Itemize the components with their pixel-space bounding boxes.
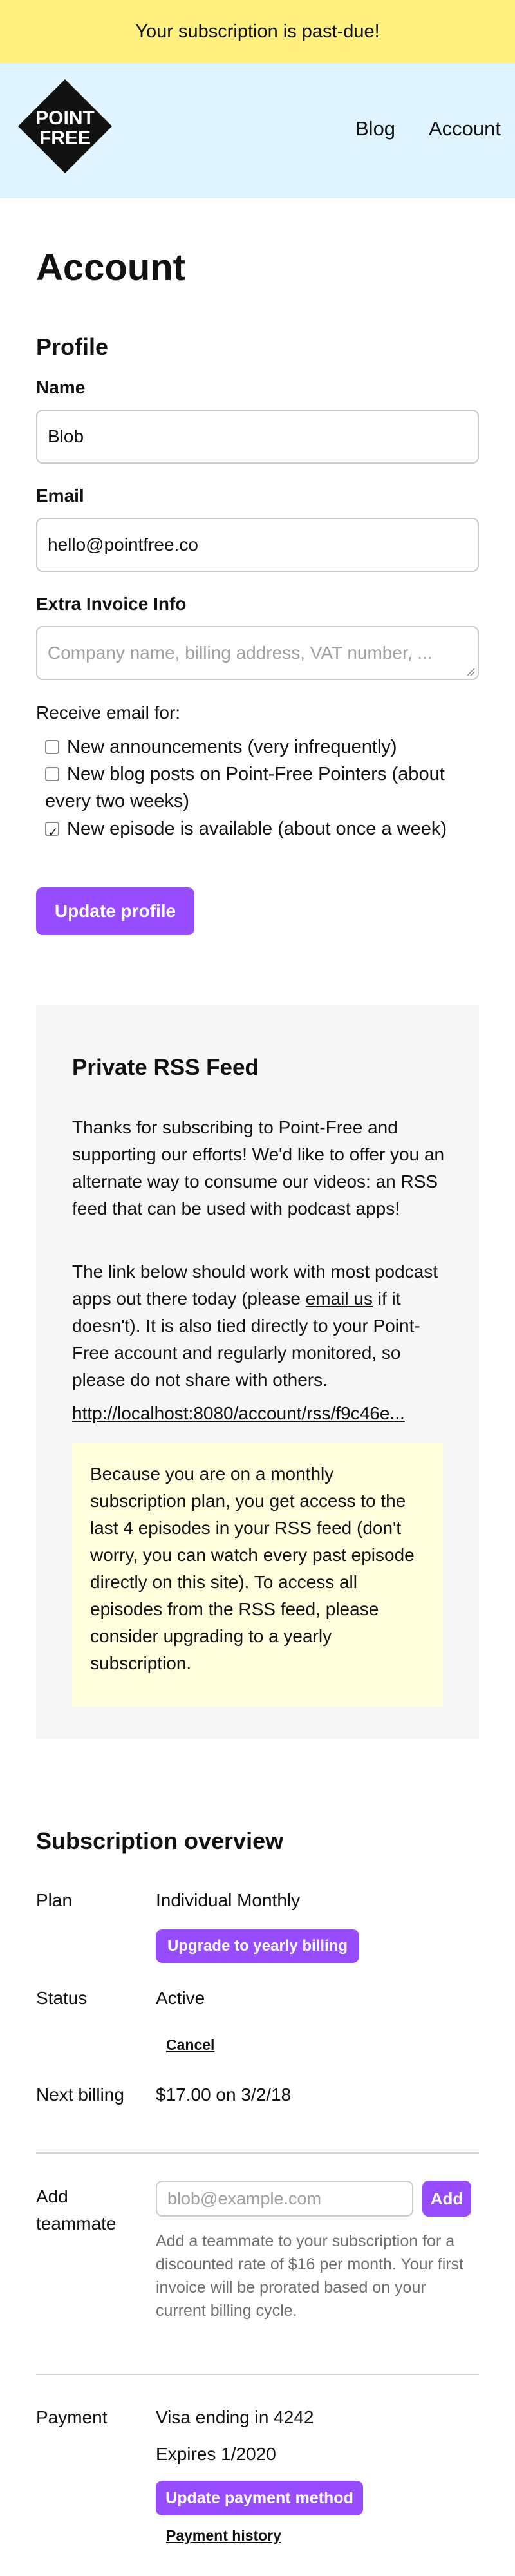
email-field[interactable]: hello@pointfree.co xyxy=(36,518,479,572)
receive-email-label: Receive email for: xyxy=(36,703,181,723)
teammate-email-field[interactable]: blob@example.com xyxy=(156,2181,413,2217)
divider xyxy=(36,2152,479,2154)
upgrade-yearly-button[interactable]: Upgrade to yearly billing xyxy=(156,1929,359,1963)
nav-link-blog[interactable]: Blog xyxy=(355,117,395,140)
update-profile-button[interactable]: Update profile xyxy=(36,887,194,935)
divider xyxy=(36,2374,479,2375)
blog-posts-checkbox[interactable] xyxy=(45,767,59,781)
status-value: Active xyxy=(156,1988,205,2008)
update-payment-button[interactable]: Update payment method xyxy=(156,2481,363,2515)
site-header: POINT FREE Blog Account xyxy=(0,63,515,198)
page-title: Account xyxy=(36,247,185,289)
rss-intro-paragraph: Thanks for subscribing to Point-Free and… xyxy=(72,1117,445,1218)
email-us-link[interactable]: email us xyxy=(306,1289,373,1309)
subscription-heading: Subscription overview xyxy=(36,1828,284,1854)
option-blog-posts[interactable]: New blog posts on Point-Free Pointers (a… xyxy=(45,761,483,815)
add-teammate-help: Add a teammate to your subscription for … xyxy=(156,2232,464,2320)
monthly-plan-notice: Because you are on a monthly subscriptio… xyxy=(72,1443,443,1707)
name-field[interactable]: Blob xyxy=(36,410,479,464)
option-announcements[interactable]: New announcements (very infrequently) xyxy=(45,734,483,761)
rss-feed-link[interactable]: http://localhost:8080/account/rss/f9c46e… xyxy=(72,1400,452,1427)
option-blog-posts-label: New blog posts on Point-Free Pointers (a… xyxy=(45,764,445,811)
option-announcements-label: New announcements (very infrequently) xyxy=(67,737,397,757)
next-billing-label: Next billing xyxy=(36,2085,124,2105)
resize-grip-icon[interactable] xyxy=(466,667,475,676)
point-free-logo[interactable]: POINT FREE xyxy=(18,79,112,173)
option-new-episode-label: New episode is available (about once a w… xyxy=(67,819,447,839)
payment-history-link[interactable]: Payment history xyxy=(166,2527,281,2544)
profile-heading: Profile xyxy=(36,334,109,360)
option-new-episode[interactable]: New episode is available (about once a w… xyxy=(45,815,483,846)
extra-invoice-label: Extra Invoice Info xyxy=(36,594,187,614)
rss-instructions-paragraph: The link below should work with most pod… xyxy=(72,1258,452,1394)
extra-invoice-placeholder: Company name, billing address, VAT numbe… xyxy=(48,643,433,663)
announcements-checkbox[interactable] xyxy=(45,740,59,754)
card-value: Visa ending in 4242 xyxy=(156,2407,314,2427)
nav-link-account[interactable]: Account xyxy=(429,117,501,140)
status-label: Status xyxy=(36,1988,88,2008)
logo-text-top: POINT xyxy=(35,108,95,129)
next-billing-value: $17.00 on 3/2/18 xyxy=(156,2085,292,2105)
past-due-banner: Your subscription is past-due! xyxy=(0,0,515,63)
name-label: Name xyxy=(36,377,86,397)
plan-label: Plan xyxy=(36,1890,73,1910)
payment-label: Payment xyxy=(36,2407,108,2427)
add-teammate-label-line-1: Add xyxy=(36,2186,68,2206)
logo-text-bottom: FREE xyxy=(39,128,91,149)
card-expiry: Expires 1/2020 xyxy=(156,2444,276,2464)
add-teammate-label: Add teammate xyxy=(36,2183,117,2237)
cancel-link[interactable]: Cancel xyxy=(166,2036,214,2054)
email-label: Email xyxy=(36,486,84,506)
new-episode-checkbox[interactable] xyxy=(45,819,59,846)
rss-heading: Private RSS Feed xyxy=(72,1055,259,1080)
add-teammate-button[interactable]: Add xyxy=(422,2181,471,2217)
plan-value: Individual Monthly xyxy=(156,1890,301,1910)
add-teammate-label-line-2: teammate xyxy=(36,2213,117,2233)
extra-invoice-field[interactable]: Company name, billing address, VAT numbe… xyxy=(36,626,479,680)
private-rss-panel: Private RSS Feed Thanks for subscribing … xyxy=(36,1005,479,1739)
past-due-banner-text: Your subscription is past-due! xyxy=(135,21,380,42)
